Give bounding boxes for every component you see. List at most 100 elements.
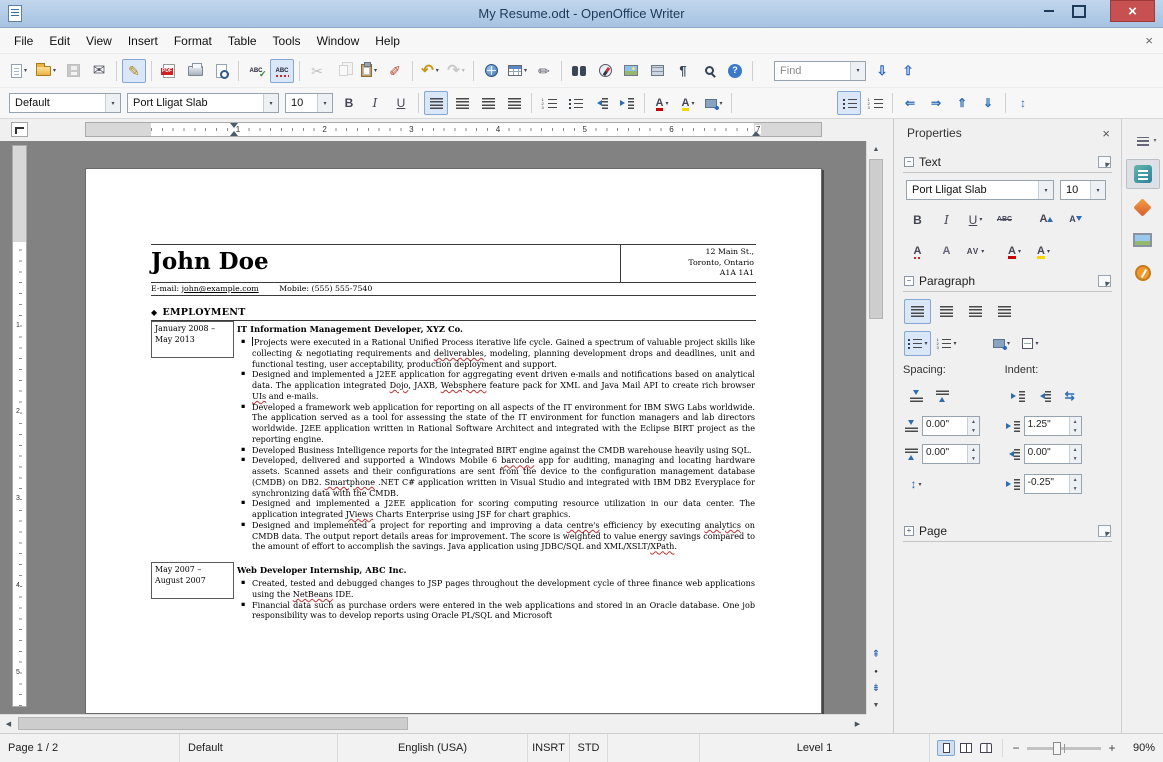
decrease-indent-button[interactable]: [589, 91, 613, 115]
underline-button[interactable]: U: [389, 91, 413, 115]
scroll-up-icon[interactable]: ▲: [867, 141, 885, 158]
horizontal-scrollbar[interactable]: ◀ ▶: [0, 714, 866, 731]
paragraph-background-button[interactable]: ▾: [988, 331, 1015, 356]
paragraph-style-combo[interactable]: Default ▾: [9, 93, 121, 113]
line-spacing-button[interactable]: ↕ ▾: [904, 472, 928, 496]
menu-view[interactable]: View: [78, 30, 120, 52]
chevron-down-icon[interactable]: ▾: [1090, 181, 1105, 199]
restart-numbering-button[interactable]: ↕: [1011, 91, 1035, 115]
align-left-button[interactable]: [904, 299, 931, 324]
menu-help[interactable]: Help: [367, 30, 408, 52]
paste-button[interactable]: ▾: [357, 59, 381, 83]
page-style-status[interactable]: Default: [180, 734, 338, 762]
previous-page-icon[interactable]: ⇞: [867, 646, 885, 663]
page-number-status[interactable]: Page 1 / 2: [0, 734, 180, 762]
gallery-deck-button[interactable]: [1126, 225, 1160, 255]
zoom-slider[interactable]: [1027, 741, 1101, 755]
character-dialog-button[interactable]: A: [933, 239, 960, 264]
switch-indent-button[interactable]: ⇆: [1058, 384, 1082, 408]
font-color-button[interactable]: A ▾: [650, 91, 674, 115]
find-replace-button[interactable]: [567, 59, 591, 83]
list-numbering-button[interactable]: [863, 91, 887, 115]
language-status[interactable]: English (USA): [338, 734, 528, 762]
help-button[interactable]: ?: [723, 59, 747, 83]
vertical-ruler[interactable]: 1 2 3 4 5: [12, 145, 27, 707]
collapse-icon[interactable]: −: [904, 156, 914, 167]
left-indent-marker[interactable]: [230, 131, 238, 136]
move-up-button[interactable]: ⇑: [950, 91, 974, 115]
zoom-button[interactable]: [697, 59, 721, 83]
decrease-indent-button[interactable]: [1032, 384, 1056, 408]
scroll-left-icon[interactable]: ◀: [0, 715, 17, 732]
align-center-button[interactable]: [450, 91, 474, 115]
italic-button[interactable]: I: [363, 91, 387, 115]
italic-button[interactable]: I: [933, 207, 960, 232]
demote-level-button[interactable]: ⇒: [924, 91, 948, 115]
chevron-down-icon[interactable]: ▾: [263, 94, 278, 112]
gallery-button[interactable]: [619, 59, 643, 83]
chevron-down-icon[interactable]: ▾: [317, 94, 332, 112]
collapse-icon[interactable]: −: [904, 275, 914, 286]
close-document-icon[interactable]: ×: [1145, 33, 1153, 48]
sidebar-settings-button[interactable]: [1126, 126, 1160, 156]
find-previous-button[interactable]: ⇧: [896, 59, 920, 83]
export-pdf-button[interactable]: [157, 59, 181, 83]
before-text-indent-field[interactable]: 1.25" ▲ ▼: [1023, 416, 1082, 436]
promote-level-button[interactable]: ⇐: [898, 91, 922, 115]
page-dialog-launcher-icon[interactable]: [1098, 524, 1111, 537]
maximize-button[interactable]: [1064, 0, 1093, 22]
sidebar-splitter[interactable]: [884, 119, 893, 731]
below-paragraph-spacing-field[interactable]: 0.00" ▲ ▼: [922, 444, 980, 464]
expand-icon[interactable]: +: [904, 525, 914, 536]
menu-tools[interactable]: Tools: [265, 30, 309, 52]
bold-button[interactable]: B: [337, 91, 361, 115]
decrease-font-size-button[interactable]: A: [1059, 207, 1086, 232]
zoom-out-button[interactable]: −: [1009, 741, 1023, 755]
horizontal-ruler[interactable]: 1234567: [85, 122, 822, 137]
spinner-arrows[interactable]: ▲ ▼: [967, 445, 979, 463]
bullets-on-off-button[interactable]: [563, 91, 587, 115]
navigation-icon[interactable]: ●: [867, 663, 885, 680]
sidebar-font-size-combo[interactable]: 10 ▾: [1060, 180, 1106, 200]
spinner-arrows[interactable]: ▲ ▼: [1068, 417, 1081, 435]
scroll-down-icon[interactable]: ▼: [867, 697, 885, 714]
page-preview-button[interactable]: [209, 59, 233, 83]
paragraph-section-header[interactable]: − Paragraph: [903, 270, 1112, 292]
right-indent-marker[interactable]: [752, 131, 760, 136]
increase-spacing-button[interactable]: [904, 384, 928, 408]
data-sources-button[interactable]: [645, 59, 669, 83]
spinner-arrows[interactable]: ▲ ▼: [967, 417, 979, 435]
paragraph-dialog-launcher-icon[interactable]: [1098, 274, 1111, 287]
open-button[interactable]: ▾: [33, 59, 59, 83]
zoom-level[interactable]: 90%: [1119, 742, 1155, 754]
increase-indent-button[interactable]: [615, 91, 639, 115]
text-dialog-launcher-icon[interactable]: [1098, 155, 1111, 168]
align-right-button[interactable]: [476, 91, 500, 115]
text-section-header[interactable]: − Text: [903, 151, 1112, 173]
borders-button[interactable]: ▾: [1017, 331, 1044, 356]
tab-stop-selector[interactable]: [11, 122, 28, 137]
font-effects-button[interactable]: A: [904, 239, 931, 264]
hyperlink-button[interactable]: [479, 59, 503, 83]
undo-button[interactable]: ↶ ▾: [418, 59, 442, 83]
menu-insert[interactable]: Insert: [120, 30, 166, 52]
menu-window[interactable]: Window: [309, 30, 368, 52]
font-color-button[interactable]: A ▾: [1001, 239, 1028, 264]
align-justify-button[interactable]: [502, 91, 526, 115]
single-page-view-button[interactable]: [937, 740, 955, 756]
minimize-button[interactable]: [1034, 0, 1063, 22]
navigator-deck-button[interactable]: [1126, 258, 1160, 288]
chevron-down-icon[interactable]: ▾: [1038, 181, 1053, 199]
clone-formatting-button[interactable]: ✐: [383, 59, 407, 83]
first-line-indent-field[interactable]: -0.25" ▲ ▼: [1023, 474, 1082, 494]
strikethrough-button[interactable]: ABC: [991, 207, 1018, 232]
email-document-button[interactable]: ✉: [87, 59, 111, 83]
edit-file-button[interactable]: ✎: [122, 58, 147, 83]
zoom-in-button[interactable]: +: [1105, 741, 1119, 755]
list-bullets-button[interactable]: [837, 91, 861, 115]
align-center-button[interactable]: [933, 299, 960, 324]
align-right-button[interactable]: [962, 299, 989, 324]
highlighting-button[interactable]: A ▾: [1030, 239, 1057, 264]
horizontal-scrollbar-thumb[interactable]: [18, 717, 408, 730]
numbering-button[interactable]: ▾: [933, 331, 960, 356]
